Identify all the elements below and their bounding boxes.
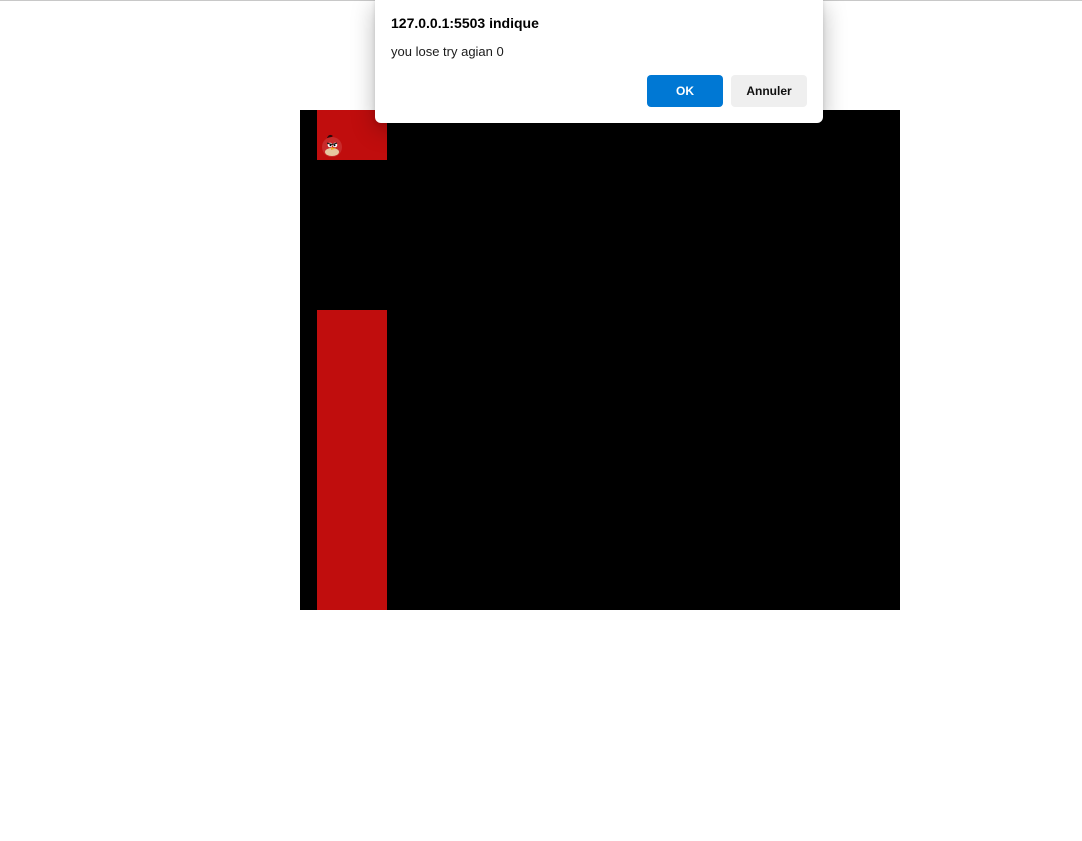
dialog-title: 127.0.0.1:5503 indique [391,15,539,31]
bird-icon [322,134,342,157]
pipe-bottom [317,310,387,610]
cancel-button[interactable]: Annuler [731,75,807,107]
ok-button[interactable]: OK [647,75,723,107]
alert-dialog: 127.0.0.1:5503 indique you lose try agia… [375,0,823,123]
dialog-message: you lose try agian 0 [391,44,504,59]
game-board[interactable] [300,110,900,610]
